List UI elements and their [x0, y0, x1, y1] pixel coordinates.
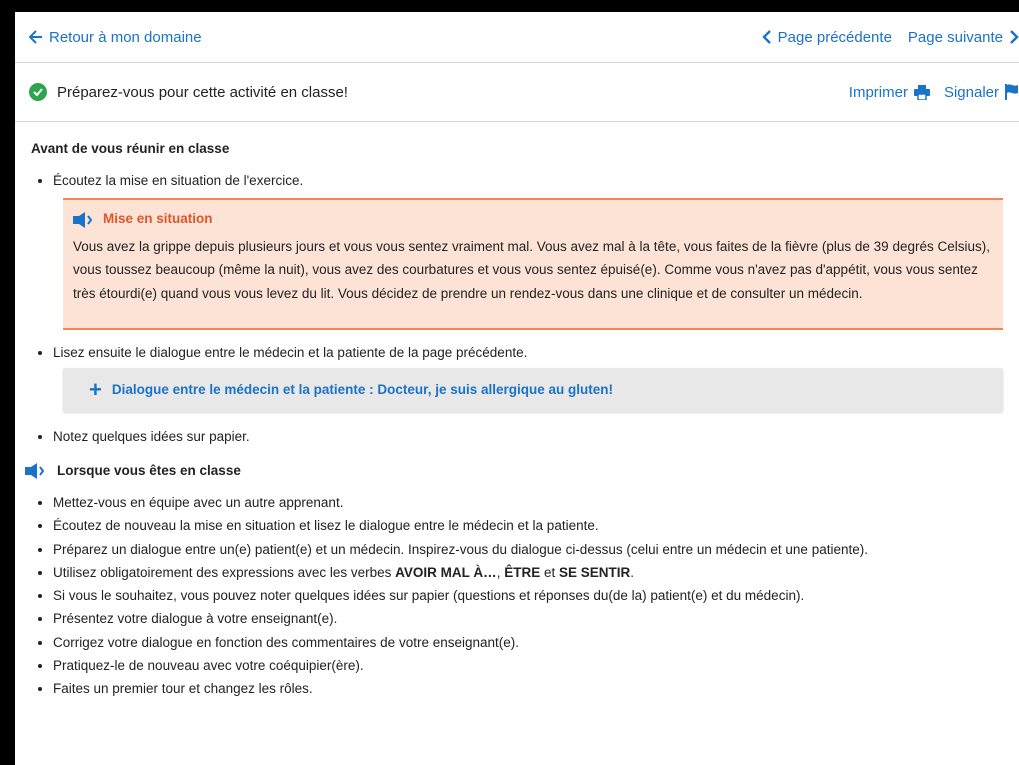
dialogue-accordion-label: Dialogue entre le médecin et la patiente… — [111, 381, 613, 397]
print-button[interactable]: Imprimer — [849, 84, 930, 101]
activity-content: Avant de vous réunir en classe Écoutez l… — [15, 122, 1019, 698]
before-class-list: Écoutez la mise en situation de l'exerci… — [31, 172, 1003, 190]
list-item-verbs: Utilisez obligatoirement des expressions… — [53, 564, 1003, 582]
list-item: Pratiquez-le de nouveau avec votre coéqu… — [53, 657, 1003, 675]
check-circle-icon — [29, 83, 47, 101]
activity-status-text: Préparez-vous pour cette activité en cla… — [57, 83, 348, 101]
speaker-icon[interactable] — [73, 211, 95, 228]
list-item: Si vous le souhaitez, vous pouvez noter … — [53, 587, 1003, 605]
list-item: Corrigez votre dialogue en fonction des … — [53, 634, 1003, 652]
dialogue-accordion-toggle[interactable]: + Dialogue entre le médecin et la patien… — [63, 367, 1003, 412]
list-item: Notez quelques idées sur papier. — [53, 428, 1003, 446]
situation-title: Mise en situation — [103, 211, 213, 227]
report-button[interactable]: Signaler — [944, 84, 1019, 101]
next-page-label: Page suivante — [907, 28, 1003, 46]
printer-icon — [913, 84, 930, 100]
section-before-class-title: Avant de vous réunir en classe — [31, 141, 230, 156]
chevron-right-icon — [1010, 30, 1019, 44]
list-item: Faites un premier tour et changez les rô… — [53, 680, 1003, 698]
list-item: Présentez votre dialogue à votre enseign… — [53, 610, 1003, 628]
arrow-left-icon — [29, 30, 42, 44]
situation-text: Vous avez la grippe depuis plusieurs jou… — [73, 238, 990, 301]
list-item: Écoutez de nouveau la mise en situation … — [53, 517, 1003, 535]
speaker-icon[interactable] — [25, 463, 47, 480]
list-item: Lisez ensuite le dialogue entre le médec… — [53, 344, 1003, 362]
previous-page-label: Page précédente — [777, 28, 892, 46]
chevron-left-icon — [761, 30, 771, 44]
previous-page-link[interactable]: Page précédente — [761, 28, 892, 46]
in-class-list: Mettez-vous en équipe avec un autre appr… — [31, 494, 1003, 698]
flag-icon — [1005, 84, 1018, 100]
section-in-class-title: Lorsque vous êtes en classe — [25, 462, 1003, 480]
situation-box: Mise en situation Vous avez la grippe de… — [63, 198, 1003, 330]
activity-page: Retour à mon domaine Page précédente Pag… — [15, 12, 1019, 765]
list-item: Mettez-vous en équipe avec un autre appr… — [53, 494, 1003, 512]
top-navigation: Retour à mon domaine Page précédente Pag… — [15, 12, 1019, 63]
next-page-link[interactable]: Page suivante — [908, 29, 1019, 46]
list-item: Écoutez la mise en situation de l'exerci… — [53, 172, 1003, 190]
plus-icon: + — [89, 376, 102, 402]
report-label: Signaler — [943, 83, 999, 101]
before-class-list-3: Notez quelques idées sur papier. — [31, 428, 1003, 446]
back-to-domain-link[interactable]: Retour à mon domaine — [29, 29, 202, 46]
activity-toolbar: Préparez-vous pour cette activité en cla… — [15, 63, 1019, 122]
before-class-list-2: Lisez ensuite le dialogue entre le médec… — [31, 344, 1003, 362]
back-to-domain-label: Retour à mon domaine — [49, 28, 202, 46]
list-item: Préparez un dialogue entre un(e) patient… — [53, 541, 1003, 559]
print-label: Imprimer — [848, 83, 908, 101]
